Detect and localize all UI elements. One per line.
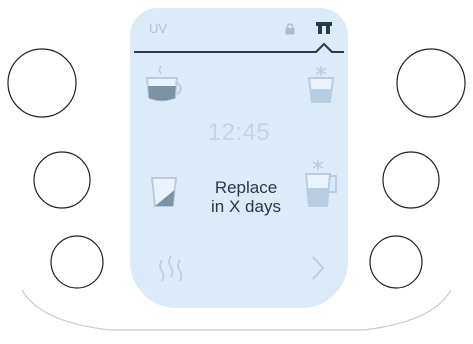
- right-middle-button[interactable]: [382, 151, 440, 209]
- glass-half-icon[interactable]: [148, 174, 180, 210]
- right-bottom-button[interactable]: [369, 235, 423, 289]
- uv-label: UV: [149, 21, 168, 36]
- right-top-button[interactable]: [396, 48, 466, 118]
- left-middle-button[interactable]: [33, 151, 91, 209]
- lock-icon: [285, 22, 295, 35]
- display-screen: UV 12:45 Replace in X days: [130, 8, 348, 308]
- filter-icon: [316, 21, 332, 37]
- glass-cold-icon[interactable]: [305, 64, 337, 104]
- clock-time: 12:45: [207, 119, 271, 146]
- jug-cold-icon[interactable]: [300, 158, 340, 210]
- steam-icon[interactable]: [156, 254, 192, 284]
- status-message: Replace in X days: [211, 178, 281, 216]
- cup-icon[interactable]: [143, 64, 191, 104]
- status-bar-divider: [134, 42, 344, 53]
- left-bottom-button[interactable]: [50, 235, 104, 289]
- status-bar: UV: [130, 8, 348, 53]
- left-top-button[interactable]: [7, 48, 77, 118]
- chevron-right-icon[interactable]: [310, 254, 326, 282]
